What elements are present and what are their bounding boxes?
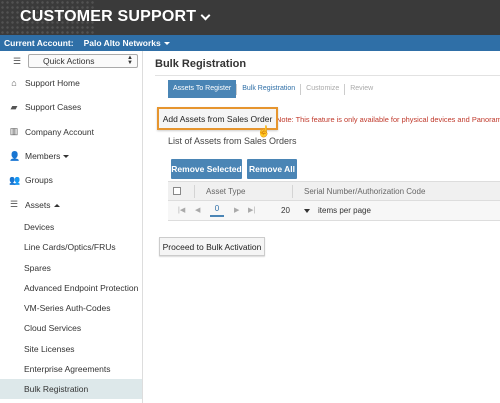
users-icon: 👥	[9, 174, 21, 185]
home-icon: ⌂	[11, 78, 17, 89]
first-page-icon[interactable]: |◀	[178, 206, 185, 214]
list-title: List of Assets from Sales Orders	[168, 136, 297, 146]
divider	[292, 185, 293, 198]
divider	[155, 75, 500, 76]
sidebar-item-assets[interactable]: ☰ Assets	[0, 192, 142, 216]
tab-customize: Customize	[306, 85, 340, 92]
tab-review: Review	[350, 85, 374, 92]
next-page-icon[interactable]: ▶	[234, 206, 239, 214]
briefcase-icon: ▰	[10, 101, 18, 112]
page-number[interactable]: 0	[210, 203, 224, 217]
user-plus-icon: 👤	[9, 150, 21, 161]
app-title: CUSTOMER SUPPORT	[20, 8, 197, 25]
tab-bulk-registration[interactable]: Bulk Registration	[237, 80, 300, 98]
sidebar-subitem-line-cards[interactable]: Line Cards/Optics/FRUs	[0, 237, 142, 257]
table-header: Asset Type Serial Number/Authorization C…	[168, 181, 500, 201]
sidebar-subitem-advanced-endpoint[interactable]: Advanced Endpoint Protection	[0, 278, 142, 298]
select-all-checkbox[interactable]	[173, 187, 181, 195]
sidebar-subitem-site-licenses[interactable]: Site Licenses	[0, 339, 142, 359]
sidebar-item-label: Support Home	[25, 78, 80, 89]
sidebar-item-label: Groups	[25, 175, 53, 186]
page-size-label: items per page	[318, 206, 371, 215]
prev-page-icon[interactable]: ◀	[195, 206, 200, 214]
last-page-icon[interactable]: ▶|	[248, 206, 255, 214]
caret-down-icon[interactable]	[304, 209, 310, 213]
remove-selected-button[interactable]: Remove Selected	[171, 159, 242, 179]
pager: |◀ ◀ 0 ▶ ▶| 20 items per page	[168, 201, 500, 221]
sidebar-item-members[interactable]: 👤 Members	[0, 144, 142, 168]
main-content: Bulk Registration Assets To Register Bul…	[143, 51, 500, 403]
quick-actions-select[interactable]: Quick Actions ▲ ▼	[28, 54, 138, 68]
tab-assets-to-register[interactable]: Assets To Register	[168, 80, 237, 98]
app-title-menu[interactable]: CUSTOMER SUPPORT	[20, 8, 211, 26]
hand-cursor-icon: ☝	[257, 126, 271, 138]
divider	[194, 185, 195, 198]
sidebar-subitem-enterprise-agreements[interactable]: Enterprise Agreements	[0, 359, 142, 379]
sidebar-item-support-cases[interactable]: ▰ Support Cases	[0, 95, 142, 119]
caret-down-icon	[163, 42, 170, 46]
top-bar: CUSTOMER SUPPORT	[0, 0, 500, 35]
account-name: Palo Alto Networks	[83, 38, 161, 48]
sidebar-subitem-bulk-registration[interactable]: Bulk Registration	[0, 379, 142, 400]
page-title: Bulk Registration	[155, 58, 247, 70]
sidebar-subitem-cloud-services[interactable]: Cloud Services	[0, 318, 142, 338]
sidebar-item-label: Assets	[25, 199, 51, 210]
page-size-value[interactable]: 20	[281, 206, 290, 215]
sidebar-item-groups[interactable]: 👥 Groups	[0, 168, 142, 192]
proceed-button[interactable]: Proceed to Bulk Activation	[159, 237, 265, 256]
sidebar-subitem-vm-series[interactable]: VM-Series Auth-Codes	[0, 298, 142, 318]
sidebar-item-label: Members	[25, 151, 61, 162]
sidebar-item-label: Company Account	[25, 126, 94, 137]
chevron-down-icon	[200, 10, 211, 20]
sidebar-item-support-home[interactable]: ⌂ Support Home	[0, 71, 142, 95]
account-bar: Current Account: Palo Alto Networks	[0, 35, 500, 51]
sidebar-subitem-devices[interactable]: Devices	[0, 217, 142, 237]
column-header-asset-type[interactable]: Asset Type	[206, 187, 245, 196]
remove-all-button[interactable]: Remove All	[247, 159, 297, 179]
updown-icon: ▲ ▼	[127, 55, 133, 66]
caret-up-icon	[53, 203, 60, 207]
sidebar-item-label: Support Cases	[25, 102, 82, 113]
hamburger-icon: ☰	[12, 55, 22, 66]
sidebar: ☰ Quick Actions ▲ ▼ ⌂ Support Home ▰ Supp…	[0, 51, 143, 403]
account-selector[interactable]: Palo Alto Networks	[84, 38, 170, 48]
sidebar-subitem-spares[interactable]: Spares	[0, 257, 142, 277]
sidebar-item-company-account[interactable]: ▥ Company Account	[0, 120, 142, 144]
building-icon: ▥	[9, 126, 19, 137]
account-label: Current Account:	[4, 38, 74, 48]
warning-note: Note: This feature is only available for…	[276, 115, 500, 124]
quick-actions-label: Quick Actions	[43, 56, 95, 66]
wizard-steps: Assets To Register Bulk Registration Cus…	[168, 80, 378, 98]
list-icon: ☰	[9, 199, 19, 210]
caret-down-icon	[63, 155, 70, 159]
column-header-serial-number[interactable]: Serial Number/Authorization Code	[304, 187, 425, 196]
